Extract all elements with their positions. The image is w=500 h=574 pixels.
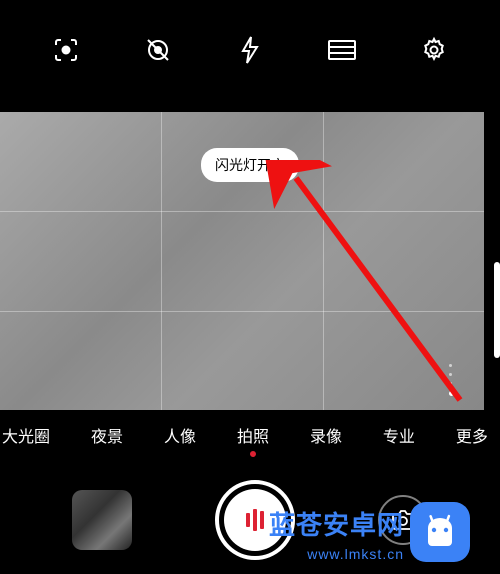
motion-off-icon[interactable] [143, 35, 173, 65]
grid-line [323, 112, 324, 410]
watermark-brand: 蓝苍安卓网 [269, 505, 404, 542]
settings-icon[interactable] [419, 35, 449, 65]
watermark-logo [410, 502, 470, 562]
mode-selector: 大光圈 夜景 人像 拍照 录像 专业 更多 [0, 414, 500, 456]
side-handle[interactable] [494, 262, 500, 358]
aspect-ratio-icon[interactable] [327, 35, 357, 65]
mode-pro[interactable]: 专业 [377, 423, 421, 447]
mode-portrait[interactable]: 人像 [158, 423, 202, 447]
mode-night[interactable]: 夜景 [85, 423, 129, 447]
watermark-url: www.lmkst.cn [307, 546, 404, 562]
mode-aperture[interactable]: 大光圈 [0, 423, 56, 447]
mode-more[interactable]: 更多 [450, 423, 494, 447]
active-mode-dot [250, 451, 256, 457]
zoom-indicator [449, 364, 454, 396]
flash-toast: 闪光灯开启 [201, 148, 299, 182]
mode-photo-label: 拍照 [237, 429, 269, 446]
grid-line [0, 311, 484, 312]
gallery-thumbnail[interactable] [72, 490, 132, 550]
mode-video[interactable]: 录像 [304, 423, 348, 447]
lens-mode-icon[interactable] [51, 35, 81, 65]
grid-line [0, 211, 484, 212]
top-toolbar [0, 0, 500, 100]
mode-photo[interactable]: 拍照 [231, 423, 275, 447]
flash-icon[interactable] [235, 35, 265, 65]
grid-line [161, 112, 162, 410]
